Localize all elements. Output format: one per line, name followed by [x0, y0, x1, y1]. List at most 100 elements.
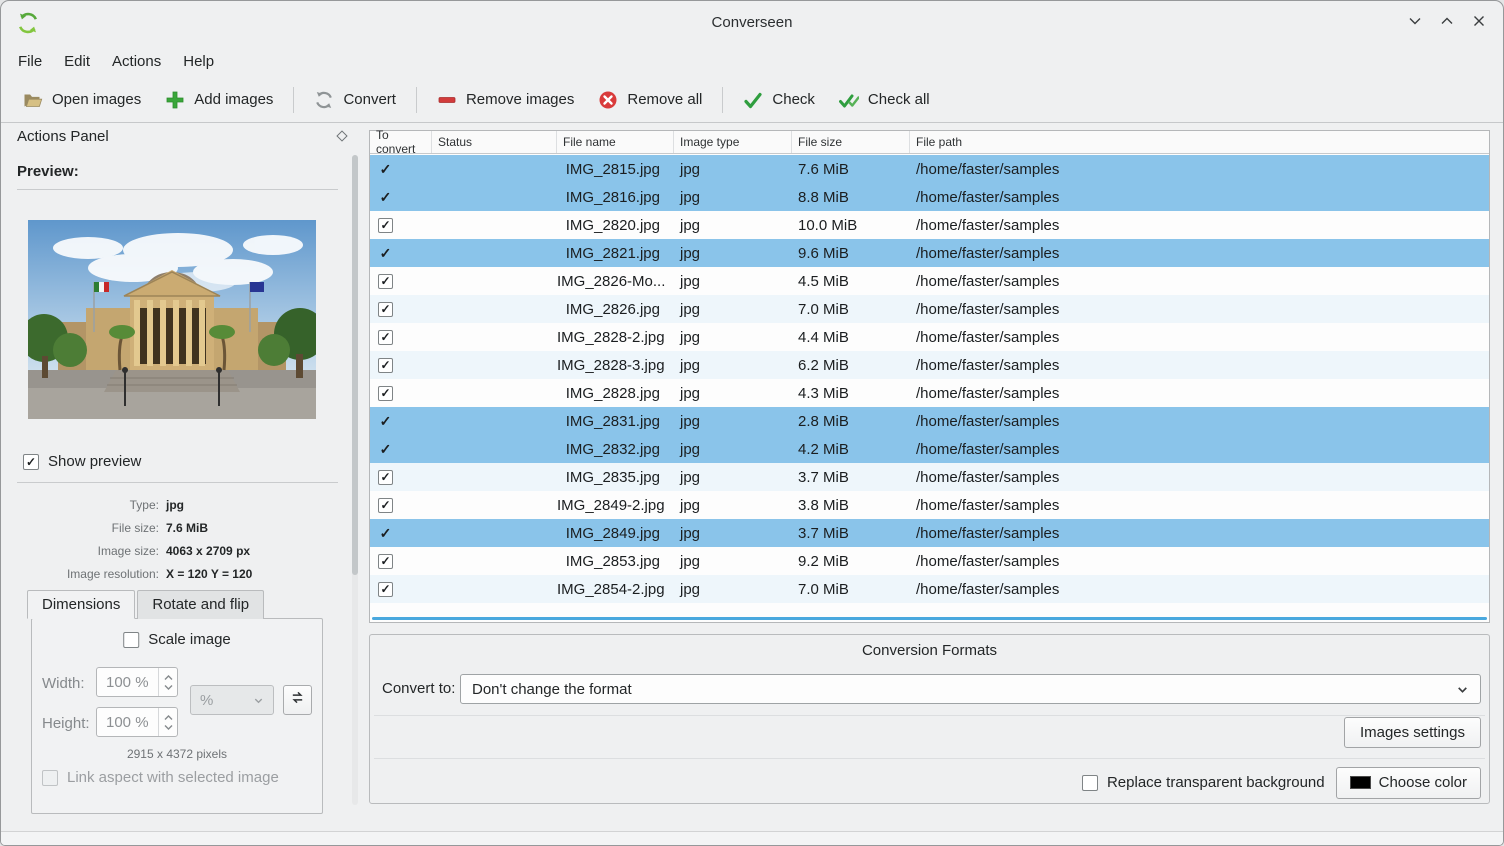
- row-checkbox[interactable]: [378, 414, 393, 429]
- table-row[interactable]: IMG_2826.jpgjpg7.0 MiB/home/faster/sampl…: [370, 295, 1489, 323]
- menu-item-help[interactable]: Help: [172, 48, 225, 75]
- image-type-cell: jpg: [674, 329, 792, 346]
- row-checkbox[interactable]: [378, 218, 393, 233]
- table-row[interactable]: IMG_2849.jpgjpg3.7 MiB/home/faster/sampl…: [370, 519, 1489, 547]
- row-checkbox[interactable]: [378, 302, 393, 317]
- row-checkbox[interactable]: [378, 386, 393, 401]
- replace-background-checkbox[interactable]: [1082, 775, 1098, 791]
- file-path-cell: /home/faster/samples: [910, 357, 1489, 374]
- table-row[interactable]: IMG_2849-2.jpgjpg3.8 MiB/home/faster/sam…: [370, 491, 1489, 519]
- unit-combo[interactable]: %: [190, 685, 274, 715]
- format-combo[interactable]: Don't change the format: [460, 674, 1481, 704]
- choose-color-button[interactable]: Choose color: [1336, 767, 1481, 799]
- row-checkbox[interactable]: [378, 162, 393, 177]
- remove-all-button[interactable]: Remove all: [586, 83, 714, 117]
- panel-scrollbar[interactable]: [352, 155, 358, 805]
- row-checkbox[interactable]: [378, 498, 393, 513]
- row-checkbox[interactable]: [378, 358, 393, 373]
- menu-item-file[interactable]: File: [7, 48, 53, 75]
- check-all-icon: [839, 90, 859, 110]
- minimize-button[interactable]: [1407, 15, 1423, 31]
- chevron-down-icon: [1407, 13, 1423, 34]
- preview-label: Preview:: [17, 163, 79, 180]
- menu-item-actions[interactable]: Actions: [101, 48, 172, 75]
- height-value: 100 %: [97, 714, 158, 731]
- check-button[interactable]: Check: [731, 83, 827, 117]
- table-row[interactable]: IMG_2854-2.jpgjpg7.0 MiB/home/faster/sam…: [370, 575, 1489, 603]
- tab-rotate-and-flip[interactable]: Rotate and flip: [137, 590, 264, 619]
- column-header-file-name[interactable]: File name: [557, 131, 674, 153]
- row-checkbox[interactable]: [378, 190, 393, 205]
- title-bar[interactable]: Converseen: [1, 1, 1503, 45]
- row-checkbox[interactable]: [378, 582, 393, 597]
- row-checkbox[interactable]: [378, 274, 393, 289]
- convert-button[interactable]: Convert: [302, 83, 408, 117]
- row-checkbox[interactable]: [378, 246, 393, 261]
- file-size-cell: 8.8 MiB: [792, 189, 910, 206]
- horizontal-scrollbar[interactable]: [372, 617, 1487, 620]
- close-button[interactable]: [1471, 15, 1487, 31]
- check-all-button[interactable]: Check all: [827, 83, 942, 117]
- table-row[interactable]: IMG_2828-3.jpgjpg6.2 MiB/home/faster/sam…: [370, 351, 1489, 379]
- chevron-down-icon: [253, 695, 264, 706]
- link-aspect-checkbox-row[interactable]: Link aspect with selected image: [42, 769, 279, 786]
- show-preview-checkbox[interactable]: [23, 454, 39, 470]
- column-header-to-convert[interactable]: To convert: [370, 131, 432, 153]
- replace-background-checkbox-row[interactable]: Replace transparent background: [1082, 774, 1325, 791]
- column-header-image-type[interactable]: Image type: [674, 131, 792, 153]
- height-spinner[interactable]: 100 %: [96, 707, 178, 737]
- scale-image-checkbox-row[interactable]: Scale image: [123, 631, 231, 648]
- spinner-arrows-icon[interactable]: [158, 668, 177, 696]
- table-row[interactable]: IMG_2835.jpgjpg3.7 MiB/home/faster/sampl…: [370, 463, 1489, 491]
- file-path-cell: /home/faster/samples: [910, 441, 1489, 458]
- to-convert-cell: [370, 526, 432, 541]
- file-size-cell: 7.0 MiB: [792, 581, 910, 598]
- table-row[interactable]: IMG_2828.jpgjpg4.3 MiB/home/faster/sampl…: [370, 379, 1489, 407]
- images-settings-button[interactable]: Images settings: [1344, 717, 1481, 748]
- column-header-file-size[interactable]: File size: [792, 131, 910, 153]
- panel-scrollbar-thumb[interactable]: [352, 155, 358, 575]
- tab-dimensions[interactable]: Dimensions: [27, 590, 135, 619]
- info-row: File size:7.6 MiB: [9, 516, 349, 539]
- menu-item-edit[interactable]: Edit: [53, 48, 101, 75]
- scale-image-checkbox[interactable]: [123, 632, 139, 648]
- conversion-formats-group: Conversion Formats Convert to: Don't cha…: [369, 634, 1490, 804]
- float-panel-icon[interactable]: [336, 130, 347, 141]
- row-checkbox[interactable]: [378, 442, 393, 457]
- table-row[interactable]: IMG_2826-Mo...jpg4.5 MiB/home/faster/sam…: [370, 267, 1489, 295]
- image-type-cell: jpg: [674, 581, 792, 598]
- row-checkbox[interactable]: [378, 330, 393, 345]
- remove-images-button[interactable]: Remove images: [425, 83, 586, 117]
- actions-panel: Actions Panel Preview:: [9, 125, 358, 815]
- table-row[interactable]: IMG_2815.jpgjpg7.6 MiB/home/faster/sampl…: [370, 155, 1489, 183]
- refresh-dimensions-button[interactable]: [283, 685, 312, 715]
- table-row[interactable]: IMG_2832.jpgjpg4.2 MiB/home/faster/sampl…: [370, 435, 1489, 463]
- image-type-cell: jpg: [674, 217, 792, 234]
- check-icon: [743, 90, 763, 110]
- table-row[interactable]: IMG_2828-2.jpgjpg4.4 MiB/home/faster/sam…: [370, 323, 1489, 351]
- link-aspect-checkbox[interactable]: [42, 770, 58, 786]
- row-checkbox[interactable]: [378, 470, 393, 485]
- file-path-cell: /home/faster/samples: [910, 413, 1489, 430]
- row-checkbox[interactable]: [378, 526, 393, 541]
- table-row[interactable]: IMG_2820.jpgjpg10.0 MiB/home/faster/samp…: [370, 211, 1489, 239]
- remove-icon: [437, 90, 457, 110]
- column-header-file-path[interactable]: File path: [910, 131, 1489, 153]
- table-row[interactable]: IMG_2816.jpgjpg8.8 MiB/home/faster/sampl…: [370, 183, 1489, 211]
- column-header-status[interactable]: Status: [432, 131, 557, 153]
- open-images-button[interactable]: Open images: [11, 83, 153, 117]
- panel-tabs: Dimensions Rotate and flip: [27, 590, 264, 619]
- info-row: Image resolution:X = 120 Y = 120: [9, 562, 349, 585]
- width-spinner[interactable]: 100 %: [96, 667, 178, 697]
- row-checkbox[interactable]: [378, 554, 393, 569]
- width-value: 100 %: [97, 674, 158, 691]
- add-images-button[interactable]: Add images: [153, 83, 285, 117]
- info-value: X = 120 Y = 120: [166, 567, 252, 581]
- table-row[interactable]: IMG_2821.jpgjpg9.6 MiB/home/faster/sampl…: [370, 239, 1489, 267]
- maximize-button[interactable]: [1439, 15, 1455, 31]
- actions-panel-title: Actions Panel: [17, 128, 109, 145]
- table-row[interactable]: IMG_2831.jpgjpg2.8 MiB/home/faster/sampl…: [370, 407, 1489, 435]
- show-preview-checkbox-row[interactable]: Show preview: [23, 453, 141, 470]
- spinner-arrows-icon[interactable]: [158, 708, 177, 736]
- table-row[interactable]: IMG_2853.jpgjpg9.2 MiB/home/faster/sampl…: [370, 547, 1489, 575]
